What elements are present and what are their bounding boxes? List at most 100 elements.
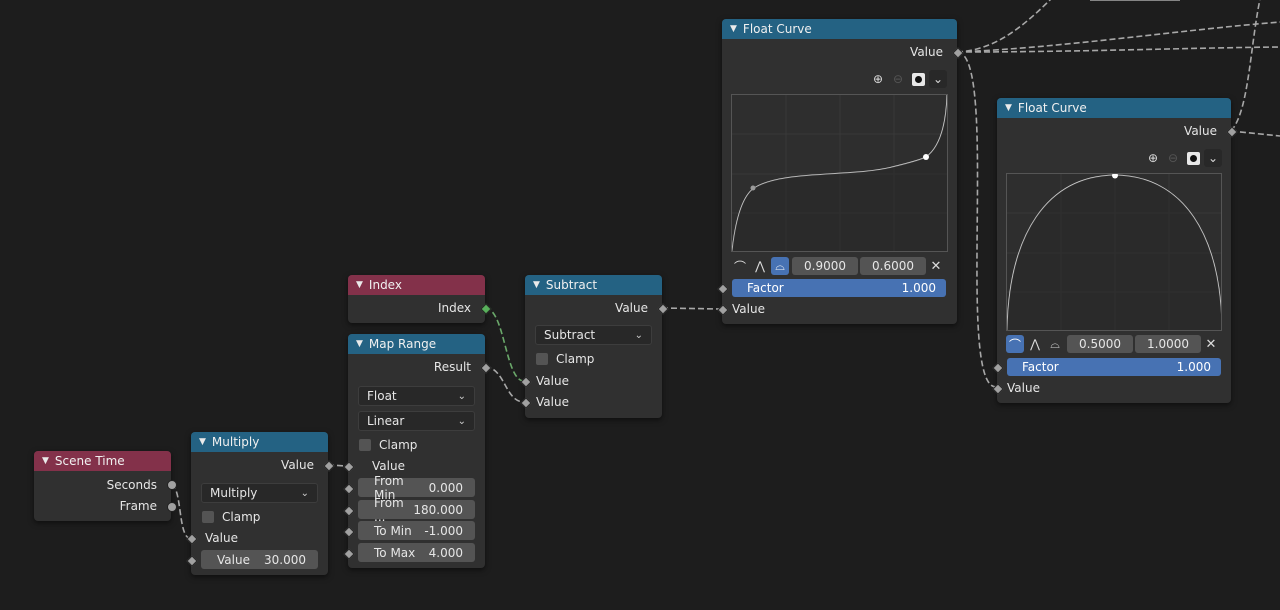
point-x-field[interactable]: 0.5000 (1067, 335, 1133, 353)
output-index: Index (438, 298, 471, 318)
node-header[interactable]: ▼ Subtract (525, 275, 662, 295)
field-value: 30.000 (264, 552, 306, 567)
clamp-checkbox[interactable]: Clamp (202, 508, 260, 526)
handle-vector-icon[interactable]: ⋀ (1026, 335, 1044, 353)
zoom-out-icon[interactable]: ⊖ (889, 70, 907, 88)
socket-seconds[interactable] (167, 480, 177, 490)
handle-auto-clamped-icon[interactable]: ⌓ (1046, 335, 1064, 353)
node-float-curve-1[interactable]: ▼ Float Curve Value ⊕ ⊖ ⌄ ⌒ ⋀ ⌓ 0.9000 0… (717, 19, 964, 324)
handle-toolbar: ⌒ ⋀ ⌓ (1006, 335, 1064, 353)
node-header[interactable]: ▼ Float Curve (997, 98, 1231, 118)
link-maprange-subtract (484, 366, 525, 403)
checkbox-box[interactable] (359, 439, 371, 451)
socket-input-b[interactable] (520, 397, 532, 409)
curve-graph[interactable] (731, 94, 948, 252)
socket-to-min[interactable] (343, 526, 355, 538)
field-value: 4.000 (428, 545, 463, 560)
socket-output-value[interactable] (1226, 126, 1238, 138)
clipping-icon[interactable] (909, 70, 927, 88)
dropdown-value: Subtract (544, 328, 596, 342)
operation-dropdown[interactable]: Subtract ⌄ (535, 325, 652, 345)
checkbox-box[interactable] (202, 511, 214, 523)
x-icon[interactable]: ✕ (927, 257, 945, 275)
socket-input-value[interactable] (717, 304, 729, 316)
factor-slider[interactable]: Factor 1.000 (1007, 358, 1221, 376)
zoom-in-icon[interactable]: ⊕ (1144, 149, 1162, 167)
node-float-curve-2[interactable]: ▼ Float Curve Value ⊕ ⊖ ⌄ ⌒ ⋀ ⌓ 0.5000 1… (992, 98, 1238, 403)
chevron-down-icon[interactable]: ▼ (199, 437, 206, 447)
field-value: 0.5000 (1079, 337, 1121, 351)
node-header[interactable]: ▼ Index (348, 275, 485, 295)
socket-input-a[interactable] (520, 376, 532, 388)
chevron-down-icon: ⌄ (457, 390, 466, 402)
socket-frame[interactable] (167, 502, 177, 512)
point-y-field[interactable]: 0.6000 (860, 257, 926, 275)
interpolation-dropdown[interactable]: Linear ⌄ (358, 411, 475, 431)
chevron-down-icon[interactable]: ▼ (533, 280, 540, 290)
to-max-field[interactable]: To Max 4.000 (358, 543, 475, 562)
socket-output-value[interactable] (657, 303, 669, 315)
node-map-range[interactable]: ▼ Map Range Result Float ⌄ Linear ⌄ Clam… (343, 334, 492, 568)
output-value: Value (615, 298, 648, 318)
x-icon[interactable]: ✕ (1202, 335, 1220, 353)
output-seconds: Seconds (107, 475, 157, 495)
handle-auto-clamped-icon[interactable]: ⌓ (771, 257, 789, 275)
chevron-down-icon[interactable]: ▼ (356, 339, 363, 349)
socket-input-factor[interactable] (992, 362, 1004, 374)
curve-plot[interactable] (732, 95, 948, 252)
clamp-checkbox[interactable]: Clamp (536, 350, 594, 368)
socket-to-max[interactable] (343, 548, 355, 560)
point-x-field[interactable]: 0.9000 (792, 257, 858, 275)
chevron-down-icon[interactable]: ▼ (356, 280, 363, 290)
checkbox-box[interactable] (536, 353, 548, 365)
node-subtract[interactable]: ▼ Subtract Value Subtract ⌄ Clamp Value … (520, 275, 669, 418)
chevron-down-icon[interactable]: ⌄ (929, 70, 947, 88)
chevron-down-icon[interactable]: ▼ (730, 24, 737, 34)
chevron-down-icon[interactable]: ⌄ (1204, 149, 1222, 167)
field-label: Factor (1022, 360, 1059, 374)
socket-output-value[interactable] (323, 460, 335, 472)
node-multiply[interactable]: ▼ Multiply Value Multiply ⌄ Clamp Value … (186, 432, 335, 575)
point-y-field[interactable]: 1.0000 (1135, 335, 1201, 353)
socket-input-factor[interactable] (717, 283, 729, 295)
handle-vector-icon[interactable]: ⋀ (751, 257, 769, 275)
curve-point (750, 185, 756, 191)
from-min-field[interactable]: From Min 0.000 (358, 474, 475, 502)
handle-auto-icon[interactable]: ⌒ (1006, 335, 1024, 353)
input-value-b: Value (536, 392, 569, 412)
clipping-icon[interactable] (1184, 149, 1202, 167)
node-scene-time[interactable]: ▼ Scene Time Seconds Frame (34, 451, 177, 521)
socket-label: Value (536, 395, 569, 409)
chevron-down-icon[interactable]: ▼ (1005, 103, 1012, 113)
operation-dropdown[interactable]: Multiply ⌄ (201, 483, 318, 503)
curve-plot[interactable] (1007, 174, 1222, 331)
socket-output-index[interactable] (480, 303, 492, 315)
chevron-down-icon[interactable]: ▼ (42, 456, 49, 466)
field-label: Factor (747, 281, 784, 295)
socket-input-value[interactable] (992, 383, 1004, 395)
socket-input-value[interactable] (343, 461, 355, 473)
socket-output-value[interactable] (952, 47, 964, 59)
socket-from-max[interactable] (343, 505, 355, 517)
node-header[interactable]: ▼ Multiply (191, 432, 328, 452)
node-header[interactable]: ▼ Float Curve (722, 19, 957, 39)
socket-output-result[interactable] (480, 362, 492, 374)
clamp-checkbox[interactable]: Clamp (359, 436, 417, 454)
to-min-field[interactable]: To Min -1.000 (358, 521, 475, 540)
node-index[interactable]: ▼ Index Index (348, 275, 492, 323)
factor-slider[interactable]: Factor 1.000 (732, 279, 946, 297)
socket-input-value[interactable] (186, 533, 198, 545)
zoom-out-icon[interactable]: ⊖ (1164, 149, 1182, 167)
value-field[interactable]: Value 30.000 (201, 550, 318, 569)
socket-from-min[interactable] (343, 483, 355, 495)
node-header[interactable]: ▼ Map Range (348, 334, 485, 354)
node-header[interactable]: ▼ Scene Time (34, 451, 171, 471)
from-max-field[interactable]: From ... 180.000 (358, 496, 475, 524)
field-label: To Min (374, 523, 412, 538)
data-type-dropdown[interactable]: Float ⌄ (358, 386, 475, 406)
zoom-in-icon[interactable]: ⊕ (869, 70, 887, 88)
socket-input-value-2[interactable] (186, 555, 198, 567)
checkbox-label: Clamp (556, 352, 595, 366)
handle-auto-icon[interactable]: ⌒ (731, 257, 749, 275)
curve-graph[interactable] (1006, 173, 1222, 331)
